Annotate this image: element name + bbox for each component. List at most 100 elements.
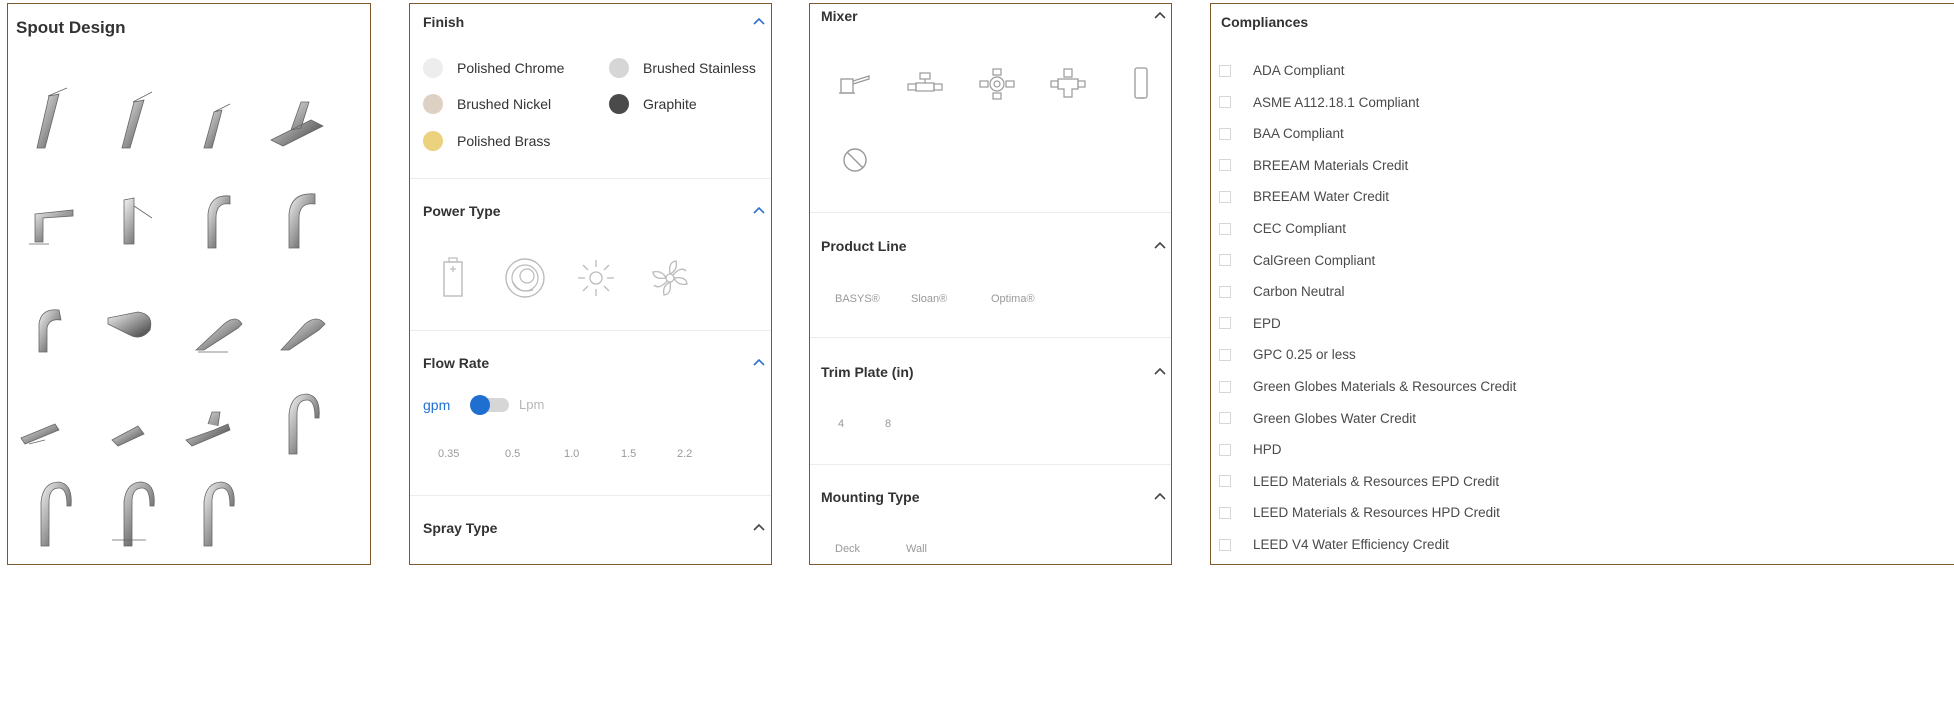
chevron-up-icon[interactable] — [1153, 8, 1167, 22]
compliance-option[interactable]: CEC Compliant — [1219, 221, 1346, 236]
spout-14[interactable] — [98, 384, 168, 464]
spout-11[interactable] — [178, 284, 248, 364]
trim-plate-option[interactable]: 8 — [885, 418, 891, 430]
compliance-option[interactable]: ADA Compliant — [1219, 63, 1345, 78]
spout-16[interactable] — [261, 384, 331, 464]
checkbox[interactable] — [1219, 538, 1231, 551]
compliance-label: LEED Materials & Resources HPD Credit — [1253, 505, 1500, 521]
chevron-up-icon[interactable] — [752, 520, 766, 534]
compliance-option[interactable]: LEED Materials & Resources EPD Credit — [1219, 474, 1499, 489]
compliance-option[interactable]: ASME A112.18.1 Compliant — [1219, 95, 1419, 110]
box-mixer-icon[interactable] — [1119, 62, 1163, 106]
compliance-option[interactable]: BREEAM Materials Credit — [1219, 158, 1408, 173]
checkbox[interactable] — [1219, 475, 1231, 488]
spout-12[interactable] — [261, 284, 331, 364]
finish-option-brushed-nickel[interactable]: Brushed Nickel — [423, 94, 551, 114]
spout-6[interactable] — [98, 178, 168, 258]
compliance-option[interactable]: CalGreen Compliant — [1219, 253, 1375, 268]
checkbox[interactable] — [1219, 380, 1231, 393]
product-line-option[interactable]: BASYS® — [835, 293, 880, 305]
compliance-option[interactable]: GPC 0.25 or less — [1219, 347, 1356, 362]
chevron-up-icon[interactable] — [1153, 238, 1167, 252]
compliance-option[interactable]: LEED V4 Water Efficiency Credit — [1219, 537, 1449, 552]
spout-9[interactable] — [15, 284, 85, 364]
mounting-type-option[interactable]: Deck — [835, 543, 860, 555]
faucet-icon — [112, 481, 155, 547]
lever-mixer-icon[interactable] — [833, 62, 877, 106]
checkbox[interactable] — [1219, 254, 1231, 267]
finish-option-brushed-stainless[interactable]: Brushed Stainless — [609, 58, 756, 78]
divider — [810, 464, 1171, 465]
spout-2[interactable] — [98, 78, 168, 158]
flow-rate-option[interactable]: 1.0 — [564, 448, 579, 460]
spout-13[interactable] — [15, 384, 85, 464]
checkbox[interactable] — [1219, 285, 1231, 298]
checkbox[interactable] — [1219, 159, 1231, 172]
checkbox[interactable] — [1219, 222, 1231, 235]
faucet-icon — [29, 209, 74, 245]
compliance-option[interactable]: Green Globes Water Credit — [1219, 411, 1416, 426]
spout-10[interactable] — [98, 284, 168, 364]
compliance-label: CalGreen Compliant — [1253, 252, 1376, 268]
spout-1[interactable] — [15, 78, 85, 158]
checkbox[interactable] — [1219, 348, 1231, 361]
solar-icon[interactable] — [574, 256, 618, 300]
checkbox[interactable] — [1219, 96, 1231, 109]
spout-15[interactable] — [178, 384, 248, 464]
finish-option-graphite[interactable]: Graphite — [609, 94, 697, 114]
checkbox[interactable] — [1219, 190, 1231, 203]
chevron-up-icon[interactable] — [1153, 364, 1167, 378]
compliance-option[interactable]: LEED Materials & Resources HPD Credit — [1219, 505, 1500, 520]
unit-toggle[interactable] — [470, 395, 509, 415]
spout-7[interactable] — [178, 178, 248, 258]
checkbox[interactable] — [1219, 317, 1231, 330]
spout-8[interactable] — [261, 178, 331, 258]
finish-option-label: Brushed Nickel — [457, 96, 552, 112]
spout-4[interactable] — [261, 78, 331, 158]
compliance-label: LEED V4 Water Efficiency Credit — [1253, 537, 1449, 552]
compliance-option[interactable]: EPD — [1219, 316, 1281, 331]
compliance-option[interactable]: Carbon Neutral — [1219, 284, 1345, 299]
product-line-option[interactable]: Sloan® — [911, 293, 947, 305]
spout-17[interactable] — [15, 474, 85, 554]
no-mixer-icon[interactable] — [833, 138, 877, 182]
compliance-option[interactable]: BREEAM Water Credit — [1219, 189, 1389, 204]
faucet-icon — [207, 195, 231, 249]
spout-5[interactable] — [15, 178, 85, 258]
flow-rate-option[interactable]: 2.2 — [677, 448, 692, 460]
checkbox[interactable] — [1219, 412, 1231, 425]
mounting-type-option[interactable]: Wall — [906, 543, 927, 555]
chevron-up-icon[interactable] — [752, 355, 766, 369]
spout-3[interactable] — [178, 78, 248, 158]
battery-icon[interactable] — [431, 256, 475, 300]
flow-rate-option[interactable]: 0.5 — [505, 448, 520, 460]
compliance-option[interactable]: BAA Compliant — [1219, 126, 1344, 141]
spout-design-title: Spout Design — [16, 18, 126, 37]
checkbox[interactable] — [1219, 506, 1231, 519]
finish-option-polished-chrome[interactable]: Polished Chrome — [423, 58, 564, 78]
checkbox[interactable] — [1219, 127, 1231, 140]
compliance-label: LEED Materials & Resources EPD Credit — [1253, 473, 1500, 489]
spout-18[interactable] — [98, 474, 168, 554]
compliance-option[interactable]: Green Globes Materials & Resources Credi… — [1219, 379, 1516, 394]
chevron-up-icon[interactable] — [752, 14, 766, 28]
trim-plate-option[interactable]: 4 — [838, 418, 844, 430]
compliance-option[interactable]: HPD — [1219, 442, 1282, 457]
flow-rate-option[interactable]: 0.35 — [438, 448, 459, 460]
checkbox[interactable] — [1219, 443, 1231, 456]
spout-19[interactable] — [178, 474, 248, 554]
chevron-up-icon[interactable] — [752, 203, 766, 217]
faucet-icon — [40, 481, 72, 547]
flow-rate-option[interactable]: 1.5 — [621, 448, 636, 460]
hydro-spiral-icon[interactable] — [503, 256, 547, 300]
chevron-up-icon[interactable] — [1153, 489, 1167, 503]
checkbox[interactable] — [1219, 64, 1231, 77]
faucet-icon — [111, 425, 145, 447]
finish-option-polished-brass[interactable]: Polished Brass — [423, 131, 550, 151]
thermostatic-valve-icon[interactable] — [975, 62, 1019, 106]
product-line-option[interactable]: Optima® — [991, 293, 1035, 305]
cross-valve-icon[interactable] — [1046, 62, 1090, 106]
turbine-icon[interactable] — [648, 256, 692, 300]
tee-valve-icon[interactable] — [903, 62, 947, 106]
compliance-label: ASME A112.18.1 Compliant — [1253, 94, 1420, 110]
